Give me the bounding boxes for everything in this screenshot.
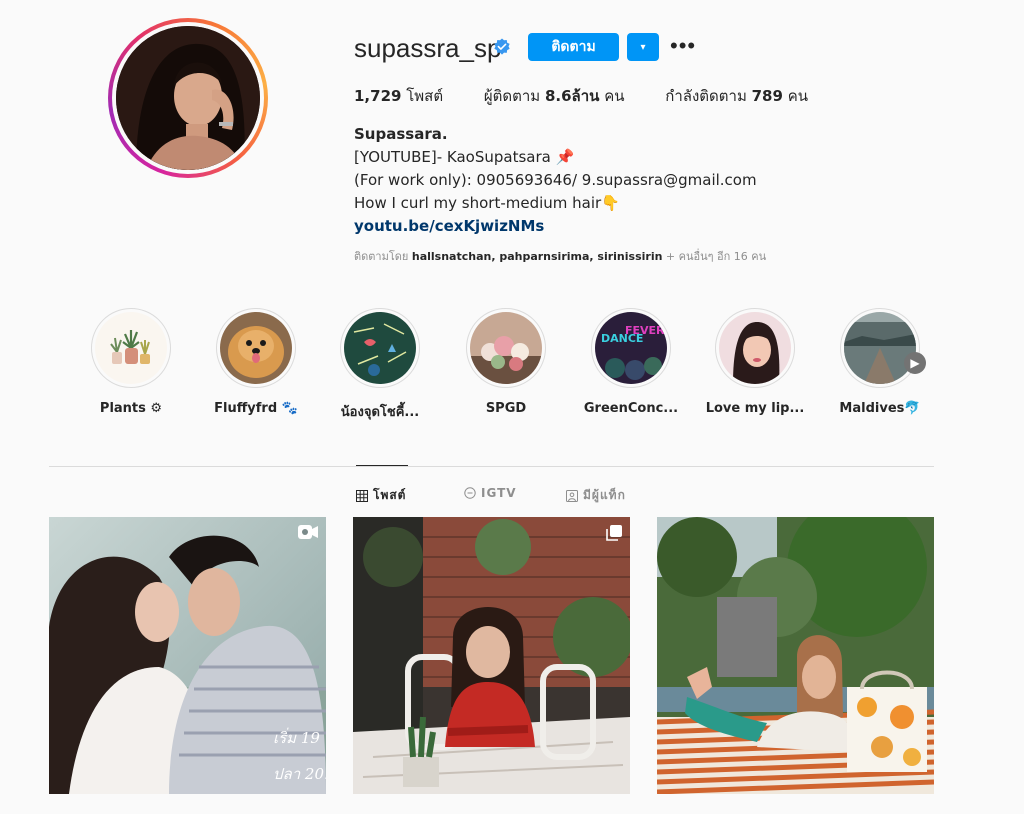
highlight-ring: DANCE FEVER [591, 308, 671, 388]
bio-website-link[interactable]: youtu.be/cexKjwizNMs [354, 217, 544, 235]
tagged-icon [566, 489, 578, 502]
post-overlay-text-1: เริ่ม 19 [273, 727, 320, 747]
bio-line-hair: How I curl my short-medium hair👇 [354, 194, 620, 212]
flowers-cover-image [470, 312, 542, 384]
story-highlight-greenconcert[interactable]: DANCE FEVER GreenConc... [581, 308, 681, 416]
highlight-cover [95, 312, 167, 384]
story-highlight-fluffyfrd[interactable]: Fluffyfrd 🐾 [206, 308, 306, 416]
followed-by-prefix: ติดตามโดย [354, 250, 409, 263]
dog-cover-image [220, 312, 292, 384]
portrait-cover-image [719, 312, 791, 384]
chalkboard-cover-image [344, 312, 416, 384]
video-icon [298, 525, 318, 539]
profile-stats: 1,729 โพสต์ ผู้ติดตาม 8.6ล้าน คน กำลังติ… [354, 84, 844, 108]
story-highlight-plants[interactable]: Plants ⚙ [81, 308, 181, 416]
tab-igtv[interactable]: IGTV [464, 486, 517, 500]
posts-stat: 1,729 โพสต์ [354, 87, 443, 105]
highlight-cover: DANCE FEVER [595, 312, 667, 384]
bio-line-youtube: [YOUTUBE]- KaoSupatsara 📌 [354, 148, 575, 166]
highlight-ring [466, 308, 546, 388]
post-image: เริ่ม 19 ปลา 20. [49, 517, 326, 794]
highlight-cover [220, 312, 292, 384]
avatar-image [116, 26, 260, 170]
carousel-icon [606, 525, 622, 541]
grid-icon [356, 489, 368, 502]
concert-cover-image: DANCE FEVER [595, 312, 667, 384]
highlight-ring [715, 308, 795, 388]
highlight-label: น้องจุดโชคี้... [340, 405, 420, 420]
post-thumbnail-1[interactable]: เริ่ม 19 ปลา 20. [49, 517, 326, 794]
profile-bio: Supassara. [YOUTUBE]- KaoSupatsara 📌 (Fo… [354, 123, 757, 238]
igtv-icon [464, 487, 476, 499]
followers-unit: คน [604, 87, 625, 105]
following-stat[interactable]: กำลังติดตาม 789 คน [665, 87, 808, 105]
post-thumbnail-3[interactable] [657, 517, 934, 794]
tab-igtv-label: IGTV [481, 486, 517, 500]
highlight-ring [840, 308, 920, 388]
avatar[interactable] [116, 26, 260, 170]
highlight-cover [719, 312, 791, 384]
highlight-label: GreenConc... [583, 401, 679, 416]
highlight-label: Love my lip... [705, 401, 805, 416]
highlight-label: Maldives🐬 [839, 401, 921, 416]
profile-avatar-ring[interactable] [108, 18, 268, 178]
story-highlight-nong-jud[interactable]: น้องจุดโชคี้... [330, 308, 430, 422]
tab-posts[interactable]: โพสต์ [356, 486, 406, 505]
post-overlay-text-2: ปลา 20. [273, 765, 326, 783]
highlight-cover [470, 312, 542, 384]
suggested-accounts-dropdown-button[interactable]: ▾ [627, 33, 659, 61]
bio-full-name: Supassara. [354, 125, 448, 143]
tab-posts-label: โพสต์ [373, 488, 407, 502]
following-stat-label: กำลังติดตาม [665, 87, 747, 105]
post-image [657, 517, 934, 794]
highlights-next-arrow-icon[interactable]: ▶ [904, 352, 926, 374]
maldives-cover-image [844, 312, 916, 384]
follow-button[interactable]: ติดตาม [528, 33, 619, 61]
story-highlight-love-my-lip[interactable]: Love my lip... [705, 308, 805, 416]
highlight-ring [216, 308, 296, 388]
verified-badge-icon [494, 38, 510, 55]
posts-count: 1,729 [354, 87, 402, 105]
highlight-ring [91, 308, 171, 388]
tab-tagged-label: มีผู้แท็ก [583, 488, 626, 502]
followed-by-suffix: + คนอื่นๆ อีก 16 คน [665, 250, 767, 263]
followed-by-names: hallsnatchan, pahparnsirima, sirinissiri… [411, 250, 663, 263]
bio-line-contact: (For work only): 0905693646/ 9.supassra@… [354, 171, 757, 189]
active-tab-indicator [356, 465, 408, 466]
followed-by-text[interactable]: ติดตามโดย hallsnatchan, pahparnsirima, s… [354, 247, 766, 265]
avatar-gap [112, 22, 264, 174]
more-options-button[interactable]: ••• [670, 35, 695, 57]
following-unit: คน [787, 87, 809, 105]
highlight-label: Plants ⚙ [99, 401, 163, 416]
post-image [353, 517, 630, 794]
tab-tagged[interactable]: มีผู้แท็ก [566, 486, 626, 505]
story-highlight-spgd[interactable]: SPGD [456, 308, 556, 416]
concert-neon-text-2: FEVER [625, 324, 665, 337]
profile-username: supassra_sp [354, 33, 502, 63]
followers-stat-label: ผู้ติดตาม [483, 87, 541, 105]
highlight-label: Fluffyfrd 🐾 [214, 401, 298, 416]
posts-stat-label: โพสต์ [406, 87, 444, 105]
following-count: 789 [751, 87, 783, 105]
highlight-label: SPGD [485, 401, 527, 416]
tabs-divider [49, 466, 934, 467]
highlight-cover [344, 312, 416, 384]
followers-count: 8.6ล้าน [544, 87, 600, 105]
highlight-cover [844, 312, 916, 384]
followers-stat[interactable]: ผู้ติดตาม 8.6ล้าน คน [484, 87, 625, 105]
plants-cover-image [95, 312, 167, 384]
highlight-ring [340, 308, 420, 388]
post-thumbnail-2[interactable] [353, 517, 630, 794]
